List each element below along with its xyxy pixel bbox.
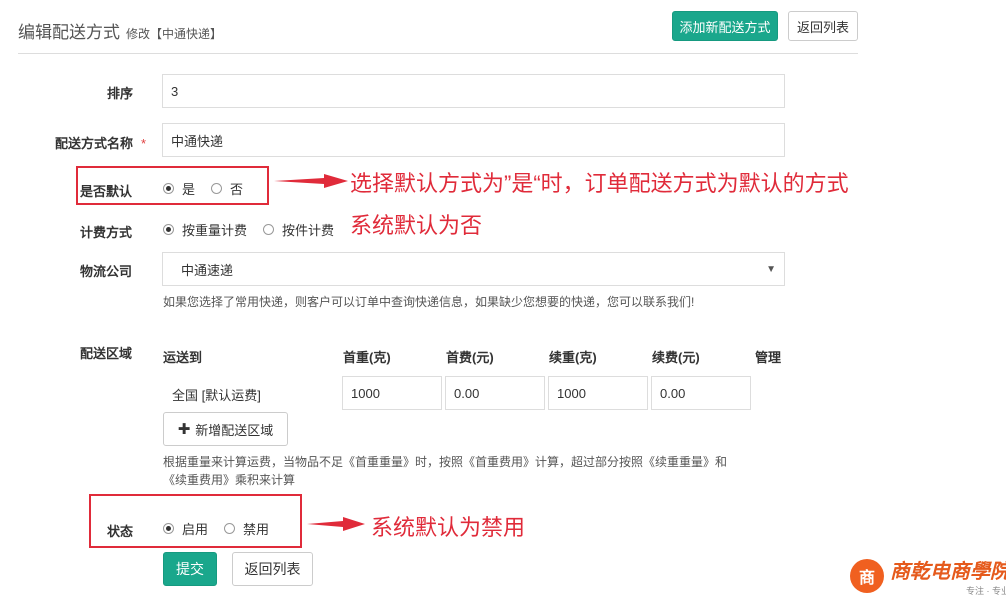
brand-logo: 商 商乾电商學院 专注 · 专业: [850, 555, 1006, 597]
add-area-label: 新增配送区域: [195, 422, 274, 438]
logistics-select[interactable]: 中通速递 ▼: [162, 252, 785, 286]
logo-sub-text: 专注 · 专业: [966, 586, 1006, 596]
name-input[interactable]: 中通快递: [162, 123, 785, 157]
billing-radio-piece[interactable]: 按件计费: [263, 220, 334, 239]
arrow-right-icon: [274, 174, 348, 188]
name-label-text: 配送方式名称: [55, 136, 134, 151]
first-weight-input[interactable]: 1000: [342, 376, 442, 410]
billing-radio-group: 按重量计费 按件计费: [163, 220, 350, 239]
back-to-list-button-top[interactable]: 返回列表: [788, 11, 858, 41]
add-delivery-method-button[interactable]: 添加新配送方式: [672, 11, 778, 41]
name-label: 配送方式名称 *: [55, 133, 146, 152]
column-manage: 管理: [755, 350, 782, 365]
column-extra-weight: 续重(克): [549, 350, 597, 365]
area-help-line1: 根据重量来计算运费，当物品不足《首重重量》时，按照《首重费用》计算，超过部分按照…: [163, 455, 728, 469]
header-divider: [18, 53, 858, 54]
sort-input[interactable]: 3: [162, 74, 785, 108]
area-region-text: 全国 [默认运费]: [172, 388, 261, 403]
area-label: 配送区域: [80, 346, 133, 361]
column-destination: 运送到: [163, 350, 203, 365]
default-note-line2: 系统默认为否: [350, 213, 483, 238]
caret-down-icon: ▼: [766, 263, 776, 275]
column-first-weight: 首重(克): [343, 350, 391, 365]
column-extra-fee: 续费(元): [652, 350, 700, 365]
required-mark: *: [141, 136, 147, 151]
submit-button[interactable]: 提交: [163, 552, 217, 586]
page-title-text: 编辑配送方式: [18, 23, 120, 42]
billing-label: 计费方式: [80, 225, 133, 240]
billing-option-piece-label: 按件计费: [282, 223, 335, 238]
default-note-line1: 选择默认方式为”是“时，订单配送方式为默认的方式: [350, 171, 849, 196]
logistics-help-text: 如果您选择了常用快递，则客户可以订单中查询快递信息，如果缺少您想要的快递，您可以…: [163, 295, 695, 309]
status-highlight-box: [89, 494, 302, 548]
logo-mark-icon: 商: [850, 559, 884, 593]
billing-option-weight-label: 按重量计费: [182, 223, 248, 238]
logistics-label: 物流公司: [80, 264, 133, 279]
radio-unchecked-icon: [263, 224, 275, 235]
extra-weight-input[interactable]: 1000: [548, 376, 648, 410]
sort-label: 排序: [107, 86, 134, 101]
extra-fee-input[interactable]: 0.00: [651, 376, 751, 410]
logo-text: 商乾电商學院 专注 · 专业: [890, 555, 1006, 597]
page-subtitle: 修改【中通快递】: [126, 27, 223, 41]
plus-icon: ✚: [177, 421, 191, 438]
status-note: 系统默认为禁用: [371, 515, 526, 540]
default-highlight-box: [76, 166, 269, 205]
area-help-line2: 《续重费用》乘积来计算: [163, 473, 296, 487]
logo-main-text: 商乾电商學院: [890, 559, 1006, 583]
column-first-fee: 首费(元): [446, 350, 494, 365]
billing-radio-weight[interactable]: 按重量计费: [163, 220, 247, 239]
page-title: 编辑配送方式 修改【中通快递】: [18, 18, 222, 43]
back-to-list-button-bottom[interactable]: 返回列表: [232, 552, 313, 586]
add-area-button[interactable]: ✚ 新增配送区域: [163, 412, 288, 446]
first-fee-input[interactable]: 0.00: [445, 376, 545, 410]
logistics-selected-value: 中通速递: [181, 262, 234, 278]
radio-checked-icon: [163, 224, 174, 235]
arrow-right-icon: [307, 517, 365, 531]
